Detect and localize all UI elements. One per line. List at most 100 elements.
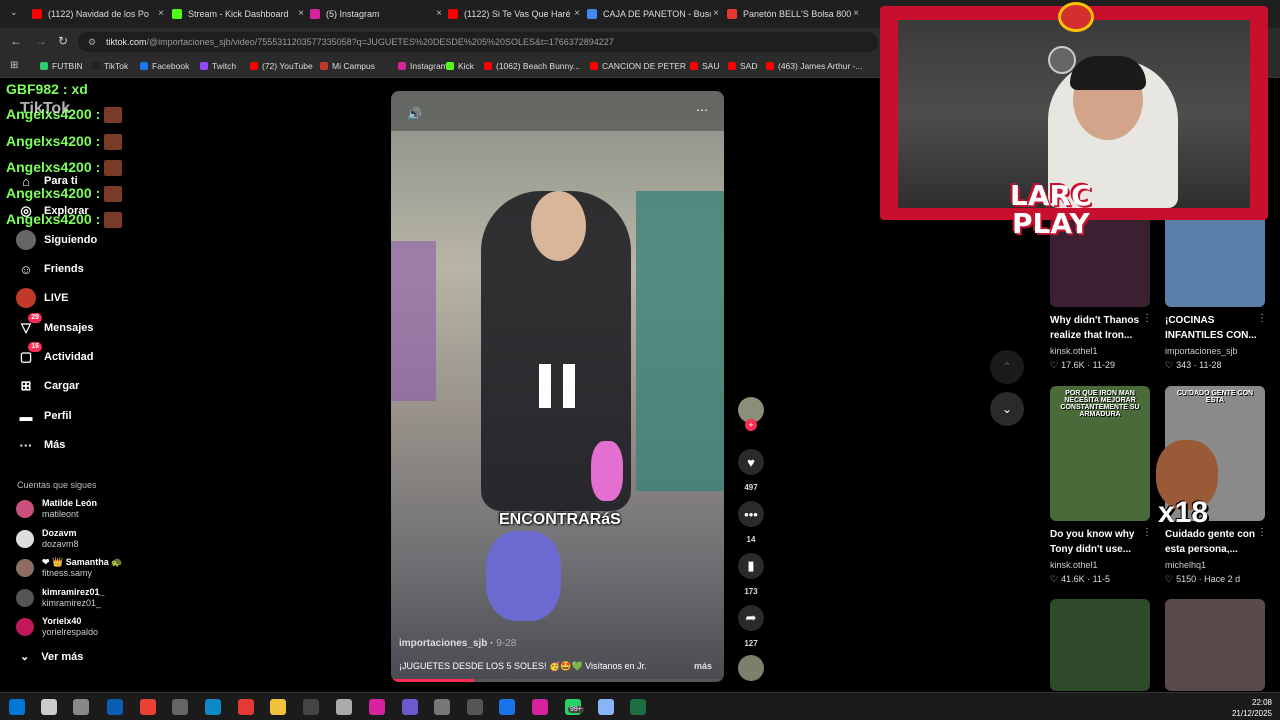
heart-icon[interactable]: ♥ [738, 449, 764, 475]
card-options-icon[interactable]: ⋮ [1257, 313, 1267, 324]
app-icon[interactable] [303, 699, 319, 715]
search-icon[interactable] [41, 699, 57, 715]
follow-plus-icon[interactable]: + [745, 419, 757, 431]
address-bar[interactable]: ⚙ tiktok.com/@importaciones_sjb/video/75… [78, 32, 878, 52]
bookmark-item[interactable]: SAD [728, 61, 757, 71]
video-title[interactable]: ¡COCINAS INFANTILES CON... [1165, 313, 1265, 343]
tab-close-icon[interactable]: × [158, 8, 164, 19]
share-icon[interactable]: ➦ [738, 605, 764, 631]
app-icon[interactable] [172, 699, 188, 715]
comment-icon[interactable]: ••• [738, 501, 764, 527]
folder-icon[interactable] [270, 699, 286, 715]
following-account[interactable]: ❤ 👑 Samantha 🐢 fitness.samy [16, 557, 122, 579]
chrome-icon[interactable] [140, 699, 156, 715]
bookmark-item[interactable]: Mi Campus [320, 61, 375, 71]
video-author[interactable]: importaciones_sjb [1165, 346, 1238, 356]
edge-icon[interactable] [205, 699, 221, 715]
bookmark-icon[interactable]: ▮ [738, 553, 764, 579]
like-action[interactable]: ♥ 497 [738, 449, 764, 492]
app-icon[interactable] [532, 699, 548, 715]
app-icon[interactable] [467, 699, 483, 715]
taskbar-clock[interactable]: 22:08 21/12/2025 [1212, 697, 1272, 719]
card-options-icon[interactable]: ⋮ [1257, 527, 1267, 538]
tiktok-logo[interactable]: TikTok [20, 100, 70, 118]
video-more-link[interactable]: más [694, 661, 712, 671]
bookmark-item[interactable]: Twitch [200, 61, 236, 71]
calculator-icon[interactable] [434, 699, 450, 715]
video-thumbnail[interactable]: POR QUE IRON MAN NECESITA MEJORAR CONSTA… [1050, 386, 1150, 521]
scroll-up-button[interactable]: ⌃ [990, 350, 1024, 384]
bookmark-item[interactable]: FUTBIN [40, 61, 83, 71]
app-icon[interactable] [598, 699, 614, 715]
excel-icon[interactable] [630, 699, 646, 715]
apps-grid-icon[interactable]: ⊞ [10, 60, 18, 71]
nav-item-6[interactable]: ▢ 16 Actividad [16, 342, 94, 367]
video-title[interactable]: Cuidado gente con esta persona,... [1165, 527, 1265, 557]
video-player[interactable]: ENCONTRARáS importaciones_sjb · 9-28 ¡JU… [391, 91, 724, 682]
browser-tab[interactable]: Stream - Kick Dashboard × [172, 4, 304, 24]
browser-tab[interactable]: (5) Instagram × [310, 4, 442, 24]
following-account[interactable]: Matilde León matileont [16, 498, 97, 520]
video-title[interactable]: Do you know why Tony didn't use... [1050, 527, 1150, 557]
mute-icon[interactable]: 🔊 [407, 107, 422, 121]
nav-item-2[interactable]: Siguiendo [16, 230, 97, 250]
tab-close-icon[interactable]: × [298, 8, 304, 19]
site-info-icon[interactable]: ⚙ [88, 32, 96, 52]
following-account[interactable]: kimramirez01_ kimramirez01_ [16, 587, 105, 609]
video-thumbnail[interactable] [1165, 599, 1265, 691]
nav-item-1[interactable]: ◎ Explorar [16, 201, 88, 221]
tab-close-icon[interactable]: × [853, 8, 859, 19]
task-view-icon[interactable] [73, 699, 89, 715]
app-icon[interactable] [336, 699, 352, 715]
video-author[interactable]: kinsk.othel1 [1050, 346, 1098, 356]
windows-start-icon[interactable] [9, 699, 25, 715]
options-icon[interactable]: ⋯ [696, 103, 708, 117]
sound-disc[interactable] [738, 655, 764, 681]
bookmark-item[interactable]: Instagram [398, 61, 448, 71]
scroll-down-button[interactable]: ⌄ [990, 392, 1024, 426]
back-arrow-icon[interactable]: ← [10, 34, 22, 48]
store-icon[interactable] [107, 699, 123, 715]
browser-tab[interactable]: (1122) Navidad de los Po × [32, 4, 164, 24]
bookmark-item[interactable]: Kick [446, 61, 474, 71]
video-title[interactable]: Why didn't Thanos realize that Iron... [1050, 313, 1150, 343]
following-account[interactable]: Yorielx40 yorielrespaldo [16, 616, 98, 638]
nav-item-9[interactable]: ··· Más [16, 435, 66, 455]
app-icon[interactable] [402, 699, 418, 715]
bookmark-item[interactable]: TikTok [92, 61, 128, 71]
bookmark-item[interactable]: (1062) Beach Bunny... [484, 61, 580, 71]
card-options-icon[interactable]: ⋮ [1142, 313, 1152, 324]
video-author[interactable]: kinsk.othel1 [1050, 560, 1098, 570]
bookmark-item[interactable]: (463) James Arthur -... [766, 61, 863, 71]
share-action[interactable]: ➦ 127 [738, 605, 764, 648]
nav-item-3[interactable]: ☺ Friends [16, 259, 83, 279]
video-author[interactable]: michelhq1 [1165, 560, 1206, 570]
browser-tab[interactable]: Panetón BELL'S Bolsa 800 × [727, 4, 859, 24]
forward-arrow-icon[interactable]: → [35, 34, 47, 48]
see-more-button[interactable]: ⌄ Ver más [20, 650, 83, 663]
save-action[interactable]: ▮ 173 [738, 553, 764, 596]
nav-item-0[interactable]: ⌂ Para ti [16, 171, 78, 191]
following-account[interactable]: Dozavm dozavm8 [16, 528, 79, 550]
tab-close-icon[interactable]: × [713, 8, 719, 19]
bookmark-item[interactable]: SAU [690, 61, 719, 71]
nav-item-5[interactable]: ▽ 29 Mensajes [16, 313, 94, 338]
app-icon[interactable] [369, 699, 385, 715]
reload-icon[interactable]: ↻ [58, 34, 68, 48]
app-icon[interactable] [499, 699, 515, 715]
bookmark-item[interactable]: Facebook [140, 61, 189, 71]
video-thumbnail[interactable] [1050, 599, 1150, 691]
nav-item-7[interactable]: ⊞ Cargar [16, 376, 80, 396]
bookmark-item[interactable]: CANCION DE PETER [590, 61, 686, 71]
pause-icon[interactable] [537, 364, 577, 408]
tab-list-chevron-icon[interactable]: ⌄ [10, 7, 18, 18]
tab-close-icon[interactable]: × [436, 8, 442, 19]
progress-bar[interactable] [391, 679, 724, 682]
app-icon[interactable] [238, 699, 254, 715]
browser-tab[interactable]: CAJA DE PANETON - Busc × [587, 4, 719, 24]
bookmark-item[interactable]: (72) YouTube [250, 61, 313, 71]
comment-action[interactable]: ••• 14 [738, 501, 764, 544]
creator-avatar[interactable]: + [738, 397, 764, 431]
tab-close-icon[interactable]: × [574, 8, 580, 19]
nav-item-8[interactable]: ▬ Perfil [16, 406, 72, 426]
